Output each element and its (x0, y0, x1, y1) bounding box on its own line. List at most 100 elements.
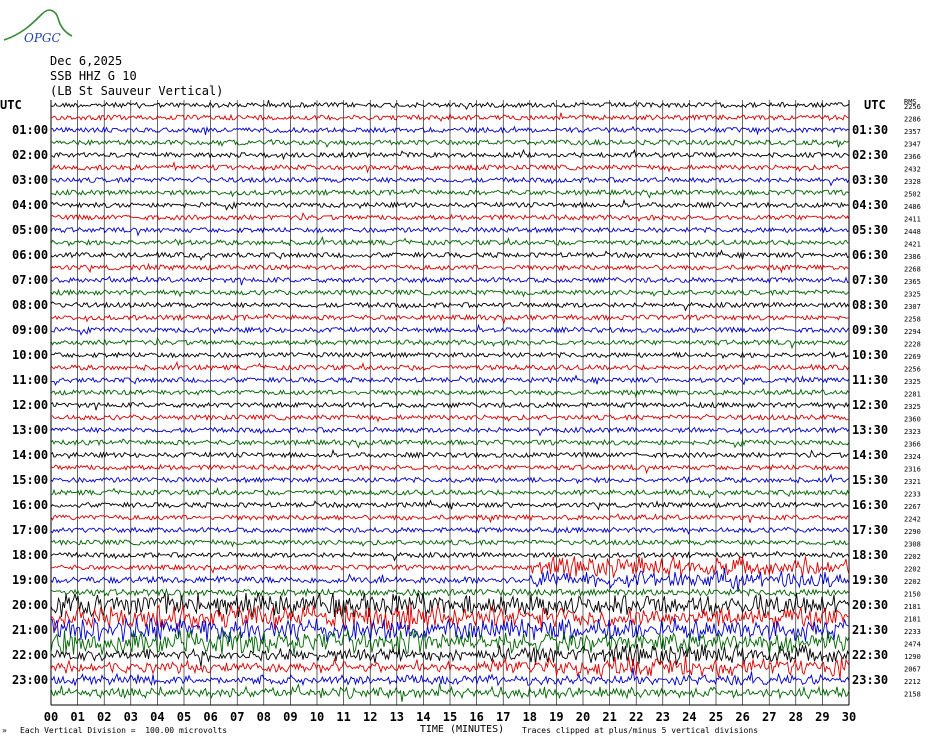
left-time-label: 20:00 (12, 598, 48, 612)
rms-value: 2325 (904, 291, 921, 299)
rms-value: 2486 (904, 203, 921, 211)
rms-value: 2421 (904, 241, 921, 249)
x-tick-label: 12 (363, 710, 377, 724)
x-tick-label: 06 (203, 710, 217, 724)
left-time-label: 05:00 (12, 223, 48, 237)
right-time-label: 20:30 (852, 598, 888, 612)
rms-value: 2286 (904, 116, 921, 124)
rms-value: 2228 (904, 341, 921, 349)
rms-value: 2268 (904, 266, 921, 274)
rms-value: 2067 (904, 666, 921, 674)
x-axis-label: TIME (MINUTES) (420, 724, 504, 735)
x-tick-label: 18 (523, 710, 537, 724)
right-time-label: 22:30 (852, 648, 888, 662)
left-time-label: 15:00 (12, 473, 48, 487)
rms-value: 2328 (904, 178, 921, 186)
rms-value: 2233 (904, 491, 921, 499)
x-tick-label: 04 (150, 710, 164, 724)
rms-value: 2281 (904, 391, 921, 399)
rms-value: 2267 (904, 503, 921, 511)
rms-value: 2347 (904, 141, 921, 149)
x-tick-label: 14 (416, 710, 430, 724)
x-tick-label: 01 (70, 710, 84, 724)
x-tick-label: 15 (443, 710, 457, 724)
right-time-label: 13:30 (852, 423, 888, 437)
x-tick-label: 25 (709, 710, 723, 724)
right-time-label: 05:30 (852, 223, 888, 237)
right-time-label: 12:30 (852, 398, 888, 412)
x-tick-label: 00 (44, 710, 58, 724)
left-time-label: 07:00 (12, 273, 48, 287)
left-time-label: 16:00 (12, 498, 48, 512)
x-tick-label: 03 (124, 710, 138, 724)
right-time-label: 18:30 (852, 548, 888, 562)
right-time-label: 11:30 (852, 373, 888, 387)
right-time-label: 06:30 (852, 248, 888, 262)
x-tick-label: 21 (602, 710, 616, 724)
left-time-label: 09:00 (12, 323, 48, 337)
rms-value: 2158 (904, 691, 921, 699)
rms-value: 1290 (904, 653, 921, 661)
helicorder-chart: UTC UTC RMS01:0002:0003:0004:0005:0006:000… (0, 98, 921, 735)
left-time-label: 08:00 (12, 298, 48, 312)
left-time-label: 03:00 (12, 173, 48, 187)
rms-value: 2256 (904, 103, 921, 111)
x-tick-label: 29 (815, 710, 829, 724)
rms-value: 2432 (904, 166, 921, 174)
x-tick-label: 23 (656, 710, 670, 724)
right-time-label: 23:30 (852, 673, 888, 687)
x-tick-label: 02 (97, 710, 111, 724)
rms-value: 2324 (904, 453, 921, 461)
right-time-label: 02:30 (852, 148, 888, 162)
left-time-label: 18:00 (12, 548, 48, 562)
right-time-label: 07:30 (852, 273, 888, 287)
left-time-label: 23:00 (12, 673, 48, 687)
x-tick-label: 19 (549, 710, 563, 724)
x-tick-label: 08 (257, 710, 271, 724)
x-tick-label: 28 (789, 710, 803, 724)
left-time-label: 12:00 (12, 398, 48, 412)
x-tick-label: 10 (310, 710, 324, 724)
right-time-label: 10:30 (852, 348, 888, 362)
rms-value: 2269 (904, 353, 921, 361)
rms-value: 2325 (904, 378, 921, 386)
left-time-label: 17:00 (12, 523, 48, 537)
rms-value: 2308 (904, 541, 921, 549)
rms-value: 2181 (904, 616, 921, 624)
rms-value: 2258 (904, 316, 921, 324)
utc-label-right: UTC (864, 98, 886, 112)
x-tick-label: 09 (283, 710, 297, 724)
right-time-label: 21:30 (852, 623, 888, 637)
rms-value: 2323 (904, 428, 921, 436)
rms-value: 2212 (904, 678, 921, 686)
right-time-label: 03:30 (852, 173, 888, 187)
rms-value: 2181 (904, 603, 921, 611)
x-tick-label: 05 (177, 710, 191, 724)
right-time-label: 09:30 (852, 323, 888, 337)
rms-value: 2307 (904, 303, 921, 311)
left-time-label: 01:00 (12, 123, 48, 137)
rms-value: 2202 (904, 578, 921, 586)
left-time-label: 13:00 (12, 423, 48, 437)
rms-value: 2202 (904, 553, 921, 561)
left-time-label: 06:00 (12, 248, 48, 262)
x-tick-label: 26 (735, 710, 749, 724)
rms-value: 2202 (904, 566, 921, 574)
x-tick-label: 24 (682, 710, 696, 724)
rms-value: 2474 (904, 641, 921, 649)
left-time-label: 04:00 (12, 198, 48, 212)
x-tick-label: 27 (762, 710, 776, 724)
right-time-label: 17:30 (852, 523, 888, 537)
rms-value: 2325 (904, 403, 921, 411)
x-tick-label: 16 (469, 710, 483, 724)
x-tick-label: 22 (629, 710, 643, 724)
left-time-label: 10:00 (12, 348, 48, 362)
left-time-label: 19:00 (12, 573, 48, 587)
rms-value: 2316 (904, 466, 921, 474)
corner-mark: » (2, 726, 7, 735)
x-tick-label: 30 (842, 710, 856, 724)
left-time-label: 11:00 (12, 373, 48, 387)
rms-value: 2448 (904, 228, 921, 236)
right-time-label: 16:30 (852, 498, 888, 512)
rms-value: 2233 (904, 628, 921, 636)
